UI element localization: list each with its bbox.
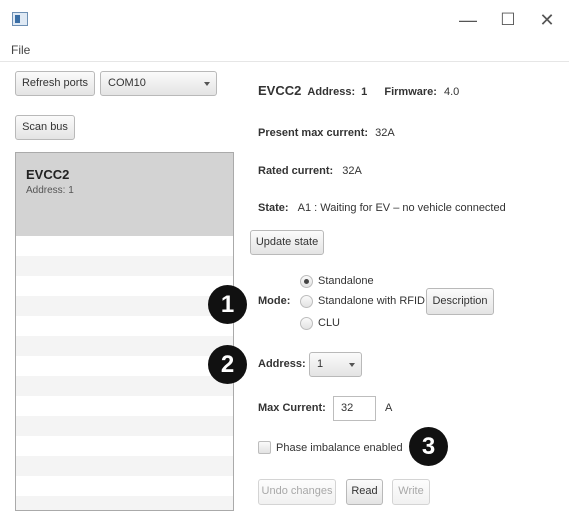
present-current-row: Present max current: 32A — [258, 127, 395, 139]
max-current-unit: A — [385, 402, 393, 414]
update-state-button[interactable]: Update state — [250, 230, 324, 255]
annotation-marker-1: 1 — [208, 285, 247, 324]
device-header-name: EVCC2 — [258, 83, 302, 98]
mode-label: Mode: — [258, 295, 291, 307]
device-list[interactable]: EVCC2 Address: 1 — [15, 152, 234, 511]
close-icon[interactable]: ✕ — [536, 10, 558, 32]
scan-bus-button[interactable]: Scan bus — [15, 115, 75, 140]
annotation-marker-2: 2 — [208, 345, 247, 384]
radio-standalone-rfid-label[interactable]: Standalone with RFID — [318, 295, 425, 307]
list-row-empty — [16, 276, 233, 296]
write-button[interactable]: Write — [392, 479, 430, 505]
address-label: Address: — [258, 358, 306, 370]
undo-changes-button[interactable]: Undo changes — [258, 479, 336, 505]
maximize-icon[interactable]: ☐ — [497, 10, 519, 32]
state-row: State: A1 : Waiting for EV – no vehicle … — [258, 202, 506, 214]
app-window-icon — [12, 12, 28, 26]
radio-standalone[interactable] — [300, 275, 313, 288]
rated-current-value: 32A — [342, 165, 362, 177]
phase-imbalance-label[interactable]: Phase imbalance enabled — [276, 442, 403, 454]
title-bar: — ☐ ✕ — [0, 0, 569, 40]
list-row-empty — [16, 456, 233, 476]
rated-current-label: Rated current: — [258, 165, 334, 177]
chevron-down-icon — [349, 363, 355, 367]
list-row-empty — [16, 336, 233, 356]
list-row-empty — [16, 376, 233, 396]
list-row-empty — [16, 496, 233, 510]
rated-current-row: Rated current: 32A — [258, 165, 362, 177]
device-address: Address: 1 — [26, 185, 74, 196]
state-value: A1 : Waiting for EV – no vehicle connect… — [297, 202, 506, 214]
header-address-value: 1 — [361, 86, 368, 98]
port-select-value: COM10 — [108, 77, 146, 89]
max-current-label: Max Current: — [258, 402, 326, 414]
radio-standalone-label[interactable]: Standalone — [318, 275, 374, 287]
address-select-value: 1 — [317, 358, 324, 370]
device-name: EVCC2 — [26, 167, 70, 182]
list-row-empty — [16, 396, 233, 416]
menu-file[interactable]: File — [11, 43, 30, 57]
present-current-label: Present max current: — [258, 127, 369, 139]
read-button[interactable]: Read — [346, 479, 383, 505]
radio-selected-dot — [304, 279, 309, 284]
header-firmware-value: 4.0 — [444, 86, 460, 98]
list-row-empty — [16, 296, 233, 316]
minimize-icon[interactable]: — — [457, 10, 479, 32]
max-current-input[interactable]: 32 — [333, 396, 376, 421]
list-row-empty — [16, 436, 233, 456]
list-row-empty — [16, 256, 233, 276]
list-row-empty — [16, 356, 233, 376]
present-current-value: 32A — [375, 127, 395, 139]
menu-bar: File — [0, 40, 569, 62]
header-firmware-label: Firmware: — [384, 86, 437, 98]
list-row-empty — [16, 316, 233, 336]
list-row-empty — [16, 236, 233, 256]
radio-clu[interactable] — [300, 317, 313, 330]
list-row-empty — [16, 476, 233, 496]
header-address-label: Address: — [307, 86, 356, 98]
refresh-ports-button[interactable]: Refresh ports — [15, 71, 95, 96]
address-select[interactable]: 1 — [309, 352, 362, 377]
chevron-down-icon — [204, 82, 210, 86]
phase-imbalance-checkbox[interactable] — [258, 441, 271, 454]
device-header: EVCC2 Address: 1 Firmware: 4.0 — [258, 83, 459, 98]
port-select[interactable]: COM10 — [100, 71, 217, 96]
list-row-empty — [16, 416, 233, 436]
state-label: State: — [258, 202, 289, 214]
radio-standalone-rfid[interactable] — [300, 295, 313, 308]
list-item[interactable]: EVCC2 Address: 1 — [16, 153, 233, 236]
annotation-marker-3: 3 — [409, 427, 448, 466]
radio-clu-label[interactable]: CLU — [318, 317, 340, 329]
description-button[interactable]: Description — [426, 288, 494, 315]
